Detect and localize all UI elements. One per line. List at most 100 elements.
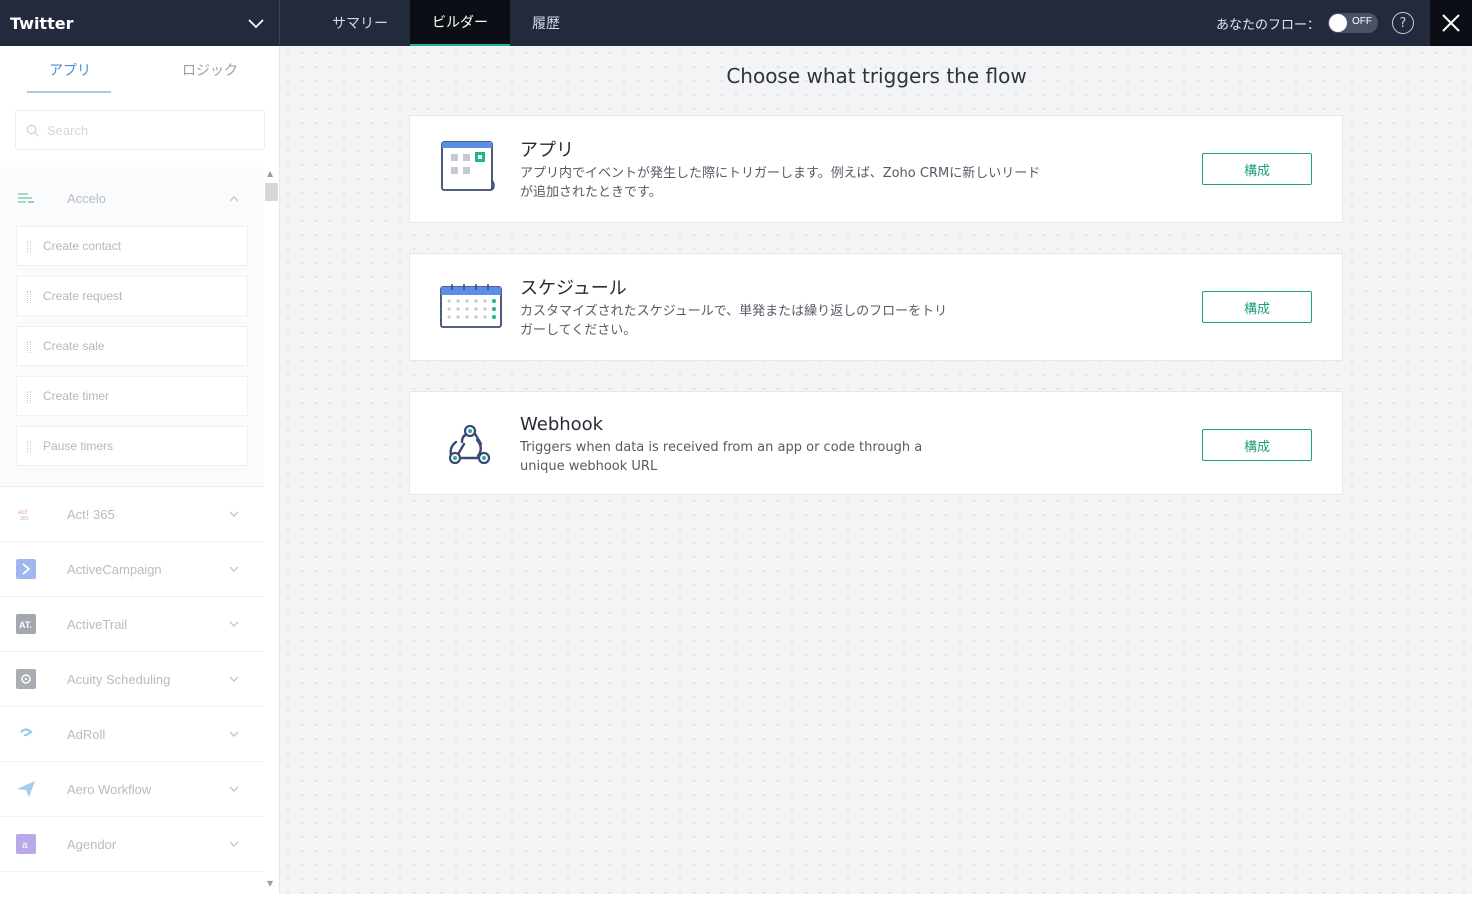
app-window-icon bbox=[441, 141, 495, 191]
app-row-agendor[interactable]: a Agendor bbox=[0, 817, 264, 872]
help-icon[interactable]: ? bbox=[1392, 12, 1414, 34]
flow-status-label: あなたのフロー： bbox=[1215, 17, 1320, 33]
app-name: Aero Workflow bbox=[67, 781, 152, 797]
active-tab-indicator bbox=[27, 91, 111, 93]
sidebar-scrollbar[interactable]: ▲ ▼ bbox=[264, 167, 279, 894]
app-name: AdRoll bbox=[67, 726, 106, 742]
chevron-down-icon bbox=[248, 19, 264, 29]
agendor-icon: a bbox=[16, 834, 36, 854]
accelo-icon bbox=[16, 189, 36, 209]
card-description: アプリ内でイベントが発生した際にトリガーします。例えば、Zoho CRMに新しい… bbox=[520, 164, 1040, 202]
chevron-down-icon bbox=[229, 511, 239, 517]
app-row-aero-workflow[interactable]: Aero Workflow bbox=[0, 762, 264, 817]
card-description-line: Triggers when data is received from an a… bbox=[520, 440, 923, 455]
chevron-up-icon bbox=[229, 195, 239, 201]
header-tools: あなたのフロー： OFF ? bbox=[1216, 0, 1472, 46]
drag-handle-icon[interactable] bbox=[27, 441, 31, 453]
app-row-activetrail[interactable]: AT. ActiveTrail bbox=[0, 597, 264, 652]
main-tabs: サマリー ビルダー 履歴 bbox=[310, 0, 582, 46]
search-box bbox=[15, 110, 265, 150]
drag-handle-icon[interactable] bbox=[27, 291, 31, 303]
aero-workflow-icon bbox=[16, 779, 36, 799]
close-button[interactable] bbox=[1430, 0, 1472, 46]
toggle-text: OFF bbox=[1352, 16, 1372, 27]
configure-button[interactable]: 構成 bbox=[1202, 153, 1312, 185]
flow-toggle[interactable]: OFF bbox=[1328, 13, 1378, 33]
app-row-act365[interactable]: act! 365 Act! 365 bbox=[0, 487, 264, 542]
card-description-line: unique webhook URL bbox=[520, 459, 658, 474]
card-title: スケジュール bbox=[520, 278, 627, 299]
tab-summary[interactable]: サマリー bbox=[310, 0, 410, 46]
search-input[interactable] bbox=[47, 122, 247, 138]
action-label: Pause timers bbox=[43, 439, 114, 453]
card-description-line: カスタマイズされたスケジュールで、単発または繰り返しのフローをトリ bbox=[520, 304, 948, 319]
search-icon bbox=[26, 124, 39, 136]
chevron-down-icon bbox=[229, 731, 239, 737]
card-description-line: ガーしてください。 bbox=[520, 323, 637, 338]
flow-selector[interactable]: Twitter bbox=[0, 0, 280, 46]
tab-logic[interactable]: ロジック bbox=[182, 60, 238, 80]
activecampaign-icon bbox=[16, 559, 36, 579]
trigger-card-webhook: Webhook Triggers when data is received f… bbox=[409, 391, 1343, 495]
scroll-up-icon[interactable]: ▲ bbox=[267, 169, 273, 178]
tab-builder[interactable]: ビルダー bbox=[410, 0, 510, 46]
builder-canvas: Choose what triggers the flow アプリ アプリ内でイ… bbox=[281, 46, 1472, 894]
action-label: Create sale bbox=[43, 339, 105, 353]
scroll-down-icon[interactable]: ▼ bbox=[267, 879, 273, 888]
tab-history[interactable]: 履歴 bbox=[510, 0, 582, 46]
flow-name: Twitter bbox=[10, 13, 74, 33]
close-icon bbox=[1442, 14, 1460, 32]
adroll-icon bbox=[16, 724, 36, 744]
chevron-down-icon bbox=[229, 841, 239, 847]
sidebar: アプリ ロジック Accelo Create contact Create re… bbox=[0, 46, 280, 894]
card-title: アプリ bbox=[520, 140, 574, 161]
act365-icon: act! 365 bbox=[16, 504, 36, 524]
card-description: Triggers when data is received from an a… bbox=[520, 438, 922, 476]
action-label: Create request bbox=[43, 289, 123, 303]
app-list: Accelo Create contact Create request Cre… bbox=[0, 167, 264, 894]
card-title: Webhook bbox=[520, 414, 604, 435]
action-item[interactable]: Create timer bbox=[16, 376, 248, 416]
acuity-icon bbox=[16, 669, 36, 689]
app-name: Accelo bbox=[67, 191, 107, 206]
svg-text:a: a bbox=[22, 840, 28, 851]
chevron-down-icon bbox=[229, 676, 239, 682]
trigger-card-app: アプリ アプリ内でイベントが発生した際にトリガーします。例えば、Zoho CRM… bbox=[409, 115, 1343, 223]
app-row-activecampaign[interactable]: ActiveCampaign bbox=[0, 542, 264, 597]
configure-button[interactable]: 構成 bbox=[1202, 429, 1312, 461]
sidebar-tabs: アプリ ロジック bbox=[0, 46, 279, 96]
drag-handle-icon[interactable] bbox=[27, 241, 31, 253]
svg-text:365: 365 bbox=[20, 516, 29, 521]
expanded-app-group: Accelo Create contact Create request Cre… bbox=[0, 167, 264, 487]
action-label: Create contact bbox=[43, 239, 122, 253]
chevron-down-icon bbox=[229, 621, 239, 627]
app-name: Agendor bbox=[67, 836, 117, 852]
chevron-down-icon bbox=[229, 786, 239, 792]
trigger-card-schedule: スケジュール カスタマイズされたスケジュールで、単発または繰り返しのフローをトリ… bbox=[409, 253, 1343, 361]
webhook-icon bbox=[448, 424, 491, 465]
drag-handle-icon[interactable] bbox=[27, 341, 31, 353]
top-bar: Twitter サマリー ビルダー 履歴 あなたのフロー： OFF ? bbox=[0, 0, 1472, 46]
card-description: カスタマイズされたスケジュールで、単発または繰り返しのフローをトリ ガーしてくだ… bbox=[520, 302, 947, 340]
scroll-thumb[interactable] bbox=[265, 183, 278, 201]
action-item[interactable]: Create sale bbox=[16, 326, 248, 366]
card-description-line: が追加されたときです。 bbox=[520, 185, 662, 200]
page-title: Choose what triggers the flow bbox=[726, 64, 1027, 88]
action-label: Create timer bbox=[43, 389, 110, 403]
app-row-adroll[interactable]: AdRoll bbox=[0, 707, 264, 762]
configure-button[interactable]: 構成 bbox=[1202, 291, 1312, 323]
app-row-acuity[interactable]: Acuity Scheduling bbox=[0, 652, 264, 707]
action-item[interactable]: Create request bbox=[16, 276, 248, 316]
svg-text:AT.: AT. bbox=[19, 620, 32, 630]
activetrail-icon: AT. bbox=[16, 614, 36, 634]
tab-apps[interactable]: アプリ bbox=[49, 60, 91, 80]
app-row-accelo[interactable]: Accelo bbox=[0, 171, 264, 226]
card-description-line: アプリ内でイベントが発生した際にトリガーします。例えば、Zoho CRMに新しい… bbox=[520, 166, 1041, 181]
calendar-icon bbox=[440, 284, 502, 328]
drag-handle-icon[interactable] bbox=[27, 391, 31, 403]
toggle-knob bbox=[1329, 14, 1347, 32]
action-item[interactable]: Create contact bbox=[16, 226, 248, 266]
action-item[interactable]: Pause timers bbox=[16, 426, 248, 466]
app-name: ActiveTrail bbox=[67, 616, 128, 632]
app-name: Act! 365 bbox=[67, 506, 115, 522]
